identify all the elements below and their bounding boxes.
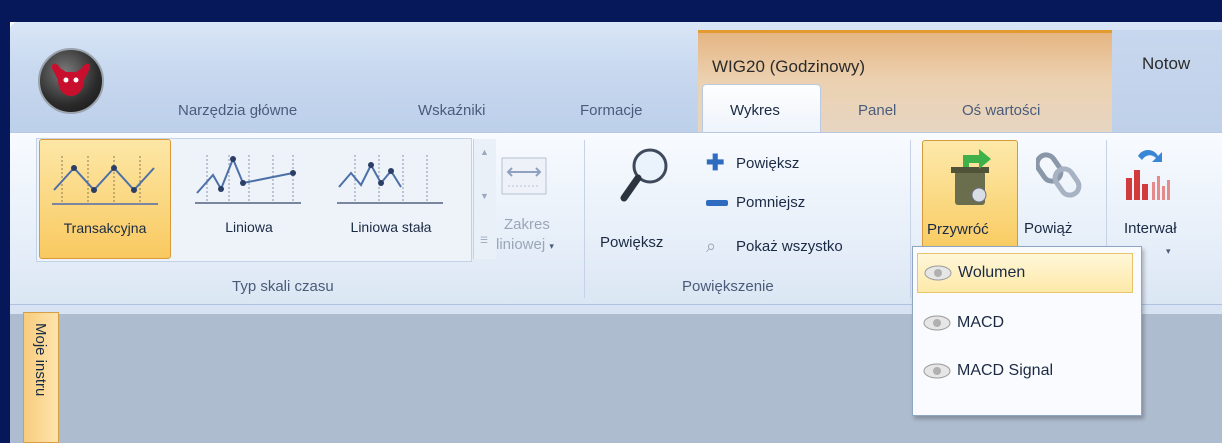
menu-item-wolumen[interactable]: Wolumen xyxy=(917,253,1133,293)
eye-icon xyxy=(918,264,958,282)
powieksz-big-button[interactable]: Powiększ xyxy=(594,140,694,270)
menu-item-macd-label: MACD xyxy=(957,314,1005,331)
linear-chart-icon xyxy=(195,155,301,204)
chain-link-icon xyxy=(1036,152,1082,198)
group-separator xyxy=(910,140,911,298)
context-title: WIG20 (Godzinowy) xyxy=(712,57,866,76)
time-scale-gallery: Transakcyjna Liniowa Liniowa stała ▲ ▼ ☰ xyxy=(36,138,496,262)
zakres-dropdown-arrow-icon: ▾ xyxy=(549,241,554,251)
fixed-linear-chart-icon xyxy=(337,155,443,204)
tab-narzedzia-glowne[interactable]: Narzędzia główne xyxy=(178,102,297,119)
eye-icon xyxy=(917,314,957,332)
show-all-button[interactable]: ⌕ Pokaż wszystko xyxy=(706,236,843,257)
bull-logo-icon xyxy=(51,63,91,96)
zakres-liniowej-button[interactable]: Zakres liniowej ▾ xyxy=(484,140,574,280)
group-separator xyxy=(584,140,585,298)
menu-item-macd-signal-label: MACD Signal xyxy=(957,362,1054,379)
tab-panel[interactable]: Panel xyxy=(858,102,896,119)
interwal-dropdown-arrow-icon: ▾ xyxy=(1166,246,1171,256)
window-top-bar xyxy=(0,0,1222,22)
przywroc-dropdown-menu: Wolumen MACD MACD Signal xyxy=(912,246,1142,416)
powieksz-big-label: Powiększ xyxy=(600,234,664,251)
zoom-in-button[interactable]: ✚ Powiększ xyxy=(706,150,799,176)
interwal-label: Interwał xyxy=(1124,220,1177,237)
window-left-bar xyxy=(0,22,10,443)
scale-transakcyjna[interactable]: Transakcyjna xyxy=(39,139,171,259)
tab-wykres[interactable]: Wykres xyxy=(730,102,780,119)
tab-os-wartosci[interactable]: Oś wartości xyxy=(962,102,1040,119)
eye-icon xyxy=(917,362,957,380)
zakres-label-line1: Zakres xyxy=(504,216,550,233)
minus-icon xyxy=(706,199,728,206)
tab-formacje[interactable]: Formacje xyxy=(580,102,643,119)
show-all-label: Pokaż wszystko xyxy=(736,238,843,255)
interval-chart-icon xyxy=(1126,150,1170,200)
show-all-magnifier-icon: ⌕ xyxy=(706,236,717,256)
group-label-typ-skali: Typ skali czasu xyxy=(232,278,334,295)
range-icon xyxy=(501,157,547,195)
side-tab-label: Moje instru xyxy=(32,323,49,397)
scale-transakcyjna-label: Transakcyjna xyxy=(63,220,147,236)
zakres-label-line2: liniowej ▾ xyxy=(496,236,554,253)
menu-item-macd[interactable]: MACD xyxy=(917,303,1133,343)
transaction-chart-icon xyxy=(52,156,158,205)
tab-wskazniki[interactable]: Wskaźniki xyxy=(418,102,486,119)
scale-liniowa-label: Liniowa xyxy=(225,219,273,235)
menu-item-wolumen-label: Wolumen xyxy=(958,264,1026,281)
zoom-in-label: Powiększ xyxy=(736,154,800,172)
app-menu-button[interactable] xyxy=(38,48,104,114)
scale-liniowa-stala-label: Liniowa stała xyxy=(350,219,432,235)
scale-liniowa-stala[interactable]: Liniowa stała xyxy=(325,139,457,259)
next-context-band: Notow xyxy=(1112,30,1222,134)
przywroc-label: Przywróć xyxy=(927,221,989,238)
scale-liniowa[interactable]: Liniowa xyxy=(183,139,315,259)
next-context-title: Notow xyxy=(1142,54,1191,73)
side-tab-moje-instrumenty[interactable]: Moje instru xyxy=(23,312,59,443)
group-label-powiekszenie: Powiększenie xyxy=(682,278,774,295)
zoom-out-label: Pomniejsz xyxy=(736,194,806,211)
powiaz-label: Powiąż xyxy=(1024,220,1073,237)
zoom-out-button[interactable]: Pomniejsz xyxy=(706,194,805,211)
menu-item-macd-signal[interactable]: MACD Signal xyxy=(917,351,1133,391)
magnifier-icon xyxy=(620,148,668,202)
plus-icon: ✚ xyxy=(706,150,725,175)
trash-restore-icon xyxy=(951,149,991,205)
